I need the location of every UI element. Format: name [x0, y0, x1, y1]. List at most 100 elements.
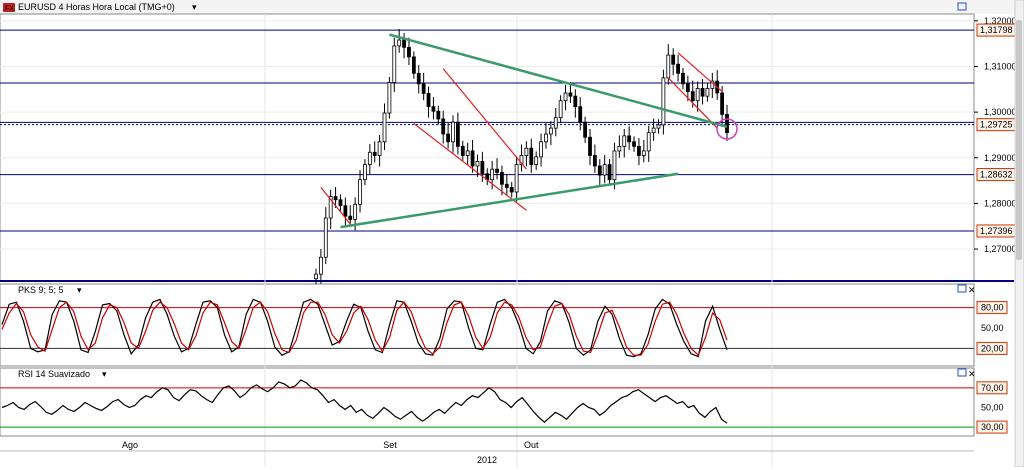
- candle-body: [348, 215, 353, 220]
- candle-body: [666, 54, 671, 79]
- candle-body: [358, 179, 362, 205]
- candle-body: [504, 183, 509, 188]
- rsi-close-button[interactable]: ✕: [968, 369, 976, 379]
- candle-body: [314, 273, 318, 280]
- candle-body: [725, 114, 729, 134]
- candle-body: [529, 147, 534, 166]
- time-period-label: Ago: [122, 440, 138, 450]
- price-tick-label: 1,30000: [984, 107, 1017, 117]
- candle-body: [460, 145, 465, 156]
- candle-body: [685, 83, 690, 92]
- candle-body: [480, 161, 485, 175]
- candle-body: [411, 56, 416, 74]
- candle-body: [661, 77, 666, 126]
- candle-body: [372, 151, 377, 156]
- stochastic-tick-label: 20,00: [981, 343, 1004, 353]
- candle-body: [573, 95, 578, 108]
- candle-body: [534, 156, 539, 166]
- chart-window: FX EURUSD 4 Horas Hora Local (TMG+0) ▾ 1,32…: [0, 0, 1024, 468]
- candle-body: [602, 164, 607, 176]
- stochastic-dropdown-icon: ▾: [77, 285, 82, 295]
- price-level-label: 1,27396: [980, 226, 1013, 236]
- candle-body: [632, 141, 636, 147]
- rsi-series-line: [1, 379, 728, 424]
- candle-body: [681, 72, 685, 85]
- year-label: 2012: [477, 455, 497, 465]
- candle-body: [705, 87, 710, 97]
- candle-body: [695, 87, 700, 102]
- candle-body: [592, 155, 597, 167]
- candle-body: [363, 164, 367, 181]
- candle-body: [646, 132, 651, 152]
- candle-body: [544, 133, 548, 143]
- candle-body: [318, 256, 323, 275]
- rsi-title: RSI 14 Suavizado: [18, 369, 90, 379]
- candle-body: [524, 147, 529, 156]
- candle-body: [656, 124, 661, 129]
- rsi-tick-label: 70,00: [981, 383, 1004, 393]
- candle-body: [431, 106, 436, 112]
- channel-line: [413, 123, 527, 211]
- stochastic-tick-label: 50,00: [981, 323, 1004, 333]
- price-level-label: 1,31798: [980, 25, 1013, 35]
- candle-body: [407, 46, 411, 58]
- price-tick-label: 1,29000: [984, 153, 1017, 163]
- candle-body: [588, 136, 592, 156]
- candle-body: [416, 72, 421, 85]
- candle-body: [367, 151, 372, 166]
- candle-body: [500, 171, 504, 185]
- candle-body: [607, 164, 612, 181]
- candle-body: [402, 39, 406, 48]
- time-period-label: Set: [383, 440, 397, 450]
- candle-body: [548, 127, 553, 135]
- candle-body: [392, 45, 397, 83]
- candle-body: [651, 127, 656, 134]
- candle-body: [426, 93, 431, 108]
- stochastic-close-button[interactable]: ✕: [968, 285, 976, 295]
- price-panel: [0, 13, 975, 282]
- candle-body: [343, 205, 348, 217]
- candle-body: [676, 63, 680, 74]
- candle-body: [563, 92, 568, 102]
- candle-body: [641, 150, 646, 156]
- candle-body: [622, 135, 627, 147]
- candle-body: [353, 203, 358, 220]
- candle-body: [578, 106, 583, 123]
- stochastic-title: PKS 9; 5; 5: [18, 285, 64, 295]
- candle-body: [490, 168, 495, 181]
- candle-body: [514, 164, 519, 193]
- candle-body: [338, 199, 343, 207]
- rsi-tick-label: 50,00: [981, 402, 1004, 412]
- rsi-maximize-button[interactable]: [957, 368, 967, 377]
- title-dropdown-icon: ▾: [192, 2, 197, 12]
- rsi-tick-label: 30,00: [981, 422, 1004, 432]
- candle-body: [455, 121, 460, 147]
- price-level-label: 1,28632: [980, 170, 1013, 180]
- candle-body: [637, 145, 641, 156]
- price-level-label: 1,29725: [980, 120, 1013, 130]
- chart-title: EURUSD 4 Horas Hora Local (TMG+0): [18, 2, 175, 12]
- candle-body: [465, 150, 470, 156]
- stochastic-maximize-button[interactable]: [957, 284, 967, 293]
- candle-body: [617, 145, 622, 152]
- candle-body: [509, 187, 514, 193]
- candle-body: [558, 100, 563, 119]
- candle-body: [421, 83, 426, 94]
- scrollbar-thumb[interactable]: [1016, 20, 1022, 260]
- candle-body: [382, 112, 387, 143]
- price-tick-label: 1,31000: [984, 61, 1017, 71]
- candle-body: [627, 135, 632, 143]
- candle-body: [568, 92, 573, 97]
- price-tick-label: 1,27000: [984, 244, 1017, 254]
- price-tick-label: 1,28000: [984, 198, 1017, 208]
- candle-body: [539, 141, 543, 158]
- candle-body: [323, 217, 328, 258]
- candle-body: [597, 165, 602, 176]
- candle-body: [495, 168, 499, 173]
- candle-body: [451, 121, 455, 143]
- rsi-panel: [0, 367, 975, 437]
- candle-body: [553, 117, 558, 129]
- channel-line: [677, 52, 723, 93]
- candle-body: [690, 91, 695, 102]
- fx-icon-glyph: FX: [5, 6, 14, 13]
